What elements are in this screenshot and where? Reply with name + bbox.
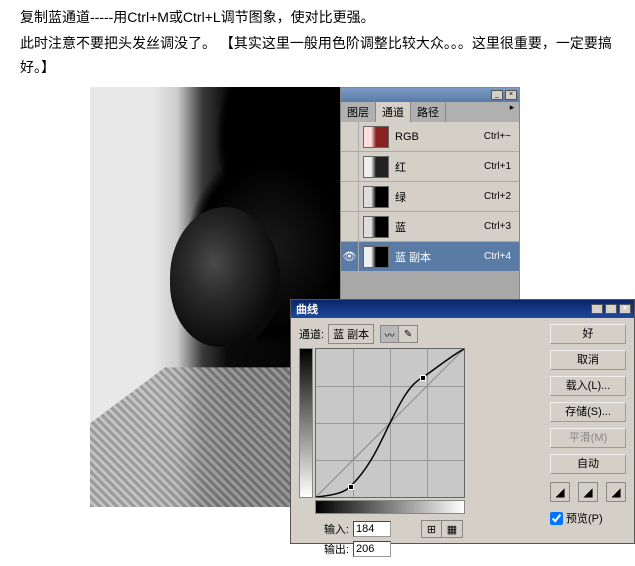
channel-selector: 通道: 蓝 副本 〰 ✎: [299, 324, 542, 344]
channels-panel: _ × 图层 通道 路径 ▸ RGB Ctrl+~ 红 Ctrl+1: [340, 87, 520, 309]
channel-name: 蓝 副本: [393, 249, 484, 265]
auto-button[interactable]: 自动: [550, 454, 626, 474]
channel-label: 通道:: [299, 326, 324, 342]
instruction-line-2: 此时注意不要把头发丝调没了。 【其实这里一般用色阶调整比较大众。。。这里很重要，…: [20, 32, 615, 80]
curve-grid[interactable]: [315, 348, 465, 498]
channel-shortcut: Ctrl+2: [484, 191, 519, 202]
curves-titlebar[interactable]: 曲线 _ □ ×: [291, 300, 634, 318]
instruction-line-1: 复制蓝通道-----用Ctrl+M或Ctrl+L调节图象，使对比更强。: [20, 6, 615, 30]
output-field[interactable]: [353, 541, 391, 557]
tab-paths[interactable]: 路径: [411, 102, 446, 122]
tab-layers[interactable]: 图层: [341, 102, 376, 122]
curve-line: [316, 349, 464, 497]
channel-thumbnail: [363, 216, 389, 238]
curve-tool-icon[interactable]: 〰: [381, 326, 399, 342]
panel-menu-icon[interactable]: ▸: [505, 102, 519, 122]
channel-row-red[interactable]: 红 Ctrl+1: [341, 152, 519, 182]
visibility-toggle[interactable]: [341, 182, 359, 211]
curve-point[interactable]: [348, 484, 354, 490]
channel-name: 绿: [393, 189, 484, 205]
maximize-icon[interactable]: □: [605, 304, 617, 314]
channel-list: RGB Ctrl+~ 红 Ctrl+1 绿 Ctrl+2 蓝 Ctrl+3: [341, 122, 519, 308]
white-eyedropper-icon[interactable]: ◢: [606, 482, 626, 502]
channel-thumbnail: [363, 246, 389, 268]
tab-channels[interactable]: 通道: [376, 102, 411, 122]
smooth-button: 平滑(M): [550, 428, 626, 448]
gray-eyedropper-icon[interactable]: ◢: [578, 482, 598, 502]
channel-shortcut: Ctrl+1: [484, 161, 519, 172]
channel-row-rgb[interactable]: RGB Ctrl+~: [341, 122, 519, 152]
visibility-toggle[interactable]: [341, 152, 359, 181]
dialog-title: 曲线: [294, 301, 589, 317]
output-label: 输出:: [315, 541, 349, 557]
channel-row-blue-copy[interactable]: 👁 蓝 副本 Ctrl+4: [341, 242, 519, 272]
panel-titlebar[interactable]: _ ×: [341, 88, 519, 102]
cancel-button[interactable]: 取消: [550, 350, 626, 370]
load-button[interactable]: 载入(L)...: [550, 376, 626, 396]
pencil-tool-icon[interactable]: ✎: [399, 326, 417, 342]
channel-row-blue[interactable]: 蓝 Ctrl+3: [341, 212, 519, 242]
preview-label: 预览(P): [566, 510, 603, 526]
channel-thumbnail: [363, 156, 389, 178]
channel-shortcut: Ctrl+~: [484, 131, 519, 142]
grid-fine-icon[interactable]: [442, 521, 462, 537]
grid-coarse-icon[interactable]: [422, 521, 442, 537]
channel-dropdown[interactable]: 蓝 副本: [328, 324, 374, 344]
visibility-toggle[interactable]: [341, 122, 359, 151]
minimize-icon[interactable]: _: [491, 90, 503, 100]
channel-name: 蓝: [393, 219, 484, 235]
preview-checkbox[interactable]: [550, 512, 563, 525]
channel-name: RGB: [393, 131, 484, 143]
save-button[interactable]: 存储(S)...: [550, 402, 626, 422]
channel-shortcut: Ctrl+3: [484, 221, 519, 232]
output-gradient: [299, 348, 313, 498]
input-field[interactable]: [353, 521, 391, 537]
ok-button[interactable]: 好: [550, 324, 626, 344]
visibility-toggle[interactable]: [341, 212, 359, 241]
input-gradient: [315, 500, 465, 514]
close-icon[interactable]: ×: [505, 90, 517, 100]
close-icon[interactable]: ×: [619, 304, 631, 314]
panel-tabs: 图层 通道 路径 ▸: [341, 102, 519, 122]
curve-point[interactable]: [420, 375, 426, 381]
channel-thumbnail: [363, 186, 389, 208]
instruction-text: 复制蓝通道-----用Ctrl+M或Ctrl+L调节图象，使对比更强。 此时注意…: [0, 0, 635, 87]
visibility-toggle[interactable]: 👁: [341, 242, 359, 271]
channel-thumbnail: [363, 126, 389, 148]
black-eyedropper-icon[interactable]: ◢: [550, 482, 570, 502]
channel-row-green[interactable]: 绿 Ctrl+2: [341, 182, 519, 212]
workspace: _ × 图层 通道 路径 ▸ RGB Ctrl+~ 红 Ctrl+1: [90, 87, 540, 507]
channel-name: 红: [393, 159, 484, 175]
curves-dialog: 曲线 _ □ × 通道: 蓝 副本 〰 ✎: [290, 299, 635, 544]
channel-shortcut: Ctrl+4: [484, 251, 519, 262]
input-label: 输入:: [315, 521, 349, 537]
minimize-icon[interactable]: _: [591, 304, 603, 314]
